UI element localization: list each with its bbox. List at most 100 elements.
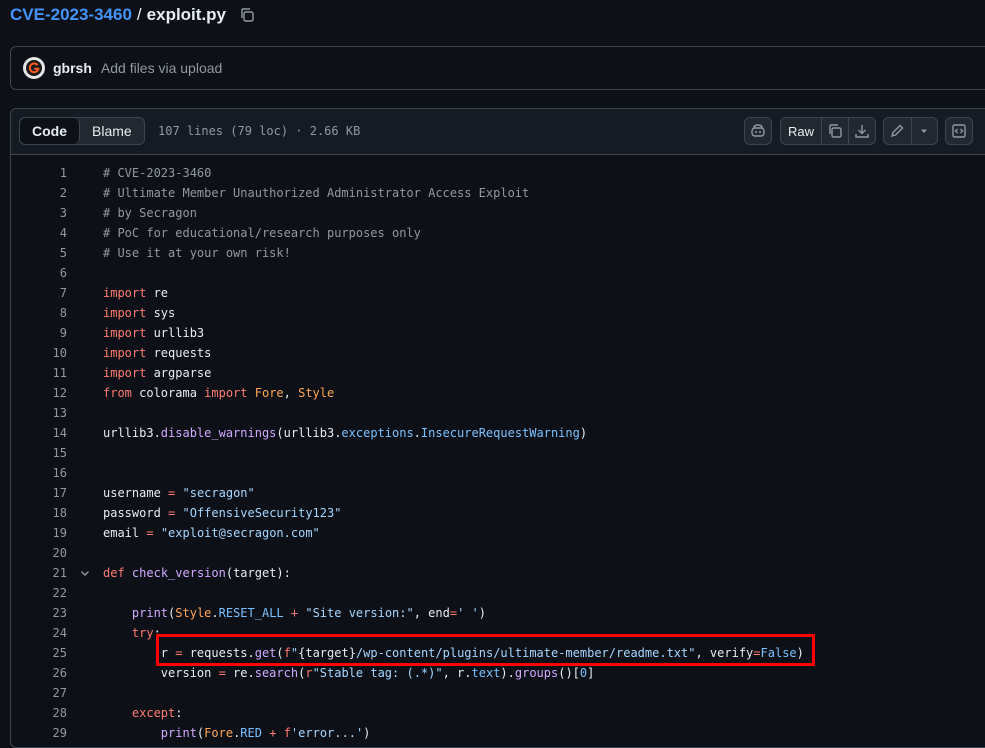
edit-menu-button[interactable] [910, 118, 937, 144]
line-number[interactable]: 2 [11, 186, 67, 200]
line-number[interactable]: 12 [11, 386, 67, 400]
code-token: (urllib3. [276, 426, 342, 440]
line-number[interactable]: 19 [11, 526, 67, 540]
code-token: f [283, 726, 291, 740]
line-number[interactable]: 6 [11, 266, 67, 280]
file-viewer: Code Blame 107 lines (79 loc) · 2.66 KB … [10, 108, 985, 748]
code-line: 8 import sys [11, 303, 985, 323]
line-number[interactable]: 16 [11, 466, 67, 480]
edit-group [883, 117, 938, 145]
code-token: # Use it at your own risk! [103, 246, 291, 260]
line-number[interactable]: 22 [11, 586, 67, 600]
line-number[interactable]: 21 [11, 566, 67, 580]
line-number[interactable]: 29 [11, 726, 67, 740]
code-token: get [254, 646, 277, 660]
download-button[interactable] [848, 118, 875, 144]
code-token: argparse [146, 366, 212, 380]
raw-button[interactable]: Raw [781, 118, 821, 144]
line-number[interactable]: 18 [11, 506, 67, 520]
copy-path-icon[interactable] [238, 6, 256, 24]
line-number[interactable]: 11 [11, 366, 67, 380]
code-line: 20 [11, 543, 985, 563]
code-token: re. [225, 666, 255, 680]
line-number[interactable]: 3 [11, 206, 67, 220]
code-token: # Ultimate Member Unauthorized Administr… [103, 186, 530, 200]
code-text: # PoC for educational/research purposes … [103, 226, 421, 240]
code-text: print(Fore.RED + f'error...') [103, 726, 371, 740]
commit-message[interactable]: Add files via upload [101, 60, 222, 76]
code-token: Style [175, 606, 212, 620]
commit-author[interactable]: gbrsh [53, 60, 92, 76]
edit-button[interactable] [884, 118, 911, 144]
code-text: # Ultimate Member Unauthorized Administr… [103, 186, 529, 200]
line-number[interactable]: 26 [11, 666, 67, 680]
line-number[interactable]: 5 [11, 246, 67, 260]
line-number[interactable]: 4 [11, 226, 67, 240]
line-number[interactable]: 14 [11, 426, 67, 440]
code-token: False [760, 646, 797, 660]
code-text: import urllib3 [103, 326, 204, 340]
code-token: "OffensiveSecurity123" [182, 506, 342, 520]
fold-chevron-icon[interactable] [67, 567, 103, 579]
line-number[interactable]: 9 [11, 326, 67, 340]
breadcrumb-repo-link[interactable]: CVE-2023-3460 [10, 5, 132, 25]
code-token: , verify [695, 646, 754, 660]
download-icon [855, 125, 869, 138]
code-token: text [471, 666, 501, 680]
code-token: def [103, 566, 125, 580]
line-number[interactable]: 17 [11, 486, 67, 500]
line-number[interactable]: 10 [11, 346, 67, 360]
code-line: 17 username = "secragon" [11, 483, 985, 503]
code-token: groups [514, 666, 559, 680]
code-token: import [103, 326, 147, 340]
code-text: import argparse [103, 366, 211, 380]
code-token: password [103, 506, 169, 520]
symbols-panel-button[interactable] [945, 117, 973, 145]
avatar[interactable] [23, 57, 45, 79]
line-number[interactable]: 25 [11, 646, 67, 660]
line-number[interactable]: 24 [11, 626, 67, 640]
code-line: 29 print(Fore.RED + f'error...') [11, 723, 985, 743]
code-token: r [103, 646, 176, 660]
code-token: f [283, 646, 291, 660]
code-text: import sys [103, 306, 175, 320]
code-line: 19 email = "exploit@secragon.com" [11, 523, 985, 543]
code-text: def check_version(target): [103, 566, 291, 580]
code-token: colorama [131, 386, 205, 400]
code-view[interactable]: 1 # CVE-2023-3460 2 # Ultimate Member Unaut… [11, 155, 985, 743]
line-number[interactable]: 8 [11, 306, 67, 320]
line-number[interactable]: 27 [11, 686, 67, 700]
tab-code[interactable]: Code [20, 118, 80, 144]
tab-blame[interactable]: Blame [80, 118, 144, 144]
code-text: try: [103, 626, 161, 640]
code-line: 25 r = requests.get(f"{target}/wp-conten… [11, 643, 985, 663]
code-line: 22 [11, 583, 985, 603]
code-token: ] [587, 666, 595, 680]
code-token: username [103, 486, 169, 500]
code-token: "Stable tag: (.*)" [312, 666, 443, 680]
line-number[interactable]: 13 [11, 406, 67, 420]
code-token: ()[ [558, 666, 580, 680]
line-number[interactable]: 23 [11, 606, 67, 620]
line-number[interactable]: 15 [11, 446, 67, 460]
line-number[interactable]: 28 [11, 706, 67, 720]
code-token: = [218, 666, 226, 680]
code-line: 26 version = re.search(r"Stable tag: (.*… [11, 663, 985, 683]
line-number[interactable]: 7 [11, 286, 67, 300]
code-token: "secragon" [182, 486, 255, 500]
code-token: : [175, 706, 183, 720]
code-token: ) [796, 646, 804, 660]
code-token: RESET_ALL [218, 606, 284, 620]
copy-raw-button[interactable] [821, 118, 848, 144]
copilot-button[interactable] [744, 117, 772, 145]
code-token: print [131, 606, 169, 620]
code-line: 13 [11, 403, 985, 423]
code-text: email = "exploit@secragon.com" [103, 526, 320, 540]
code-token: import [103, 286, 147, 300]
line-number[interactable]: 20 [11, 546, 67, 560]
line-number[interactable]: 1 [11, 166, 67, 180]
